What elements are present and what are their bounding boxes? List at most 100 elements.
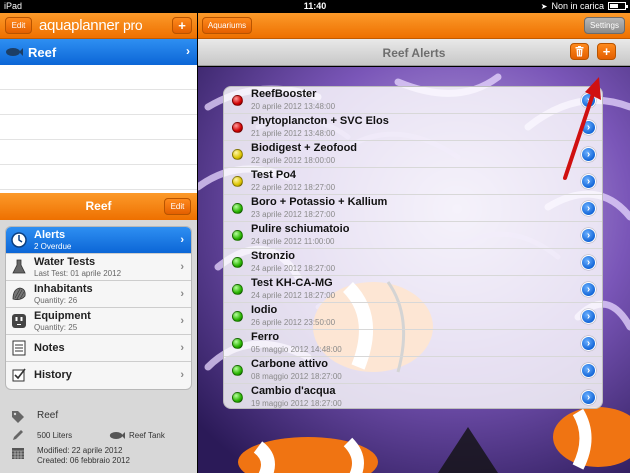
alert-date: 21 aprile 2012 13:48:00 [251,129,336,138]
fish-icon [109,431,125,440]
status-yellow-icon [232,149,243,160]
menu-subtitle: 2 Overdue [34,242,72,251]
alert-row[interactable]: Test Po4 22 aprile 2012 18:27:00 › [224,168,602,195]
checkbox-icon [12,368,26,382]
detail-disclosure-icon[interactable]: › [581,282,596,297]
fish-icon [6,48,23,56]
right-top-bar: Aquariums Settings [198,13,630,39]
alert-title: Iodio [251,304,278,316]
alert-date: 20 aprile 2012 13:48:00 [251,102,336,111]
alert-row[interactable]: Boro + Potassio + Kallium 23 aprile 2012 … [224,195,602,222]
menu-title: Equipment [34,310,91,322]
menu-subtitle: Last Test: 01 aprile 2012 [34,269,122,278]
tank-name: Reef [28,44,57,60]
alert-date: 23 aprile 2012 18:27:00 [251,210,336,219]
alert-row[interactable]: Stronzio 24 aprile 2012 18:27:00 › [224,249,602,276]
detail-disclosure-icon[interactable]: › [581,228,596,243]
status-bar: iPad 11:40 ➤ Non in carica [0,0,630,13]
chevron-right-icon: › [180,288,184,300]
chevron-right-icon: › [180,261,184,273]
right-pane: Aquariums Settings Reef Alerts + ReefBoo… [198,13,630,473]
logo-main: aquaplanner [39,17,120,34]
chevron-right-icon: › [180,369,184,381]
add-alert-button[interactable]: + [597,43,616,60]
tank-modified: Modified: 22 aprile 2012 [37,446,123,455]
alert-row[interactable]: Ferro 05 maggio 2012 14:48:00 › [224,330,602,357]
menu-item-notes[interactable]: Notes › [6,335,191,362]
tag-icon [12,411,24,423]
detail-disclosure-icon[interactable]: › [581,255,596,270]
location-icon: ➤ [540,1,548,11]
status-green-icon [232,257,243,268]
chevron-right-icon: › [180,315,184,327]
pencil-icon [13,430,23,440]
plug-icon [12,314,26,328]
alert-row[interactable]: Pulire schiumatoio 24 aprile 2012 11:00:0… [224,222,602,249]
tank-edit-button[interactable]: Edit [164,198,191,215]
chevron-right-icon: › [180,342,184,354]
detail-disclosure-icon[interactable]: › [581,363,596,378]
alert-title: Test Po4 [251,169,297,181]
flask-icon [12,259,26,274]
alert-title: Biodigest + Zeofood [251,142,358,154]
menu-title: Notes [34,342,65,354]
alert-title: Cambio d'acqua [251,385,336,397]
delete-button[interactable] [570,43,589,60]
status-green-icon [232,203,243,214]
alert-date: 24 aprile 2012 11:00:00 [251,237,335,246]
clock-icon [11,232,27,248]
status-green-icon [232,284,243,295]
trash-icon [575,46,584,57]
detail-disclosure-icon[interactable]: › [581,309,596,324]
alert-row[interactable]: Phytoplancton + SVC Elos 21 aprile 2012 1… [224,114,602,141]
alert-row[interactable]: Test KH-CA-MG 24 aprile 2012 18:27:00 › [224,276,602,303]
menu-subtitle: Quantity: 26 [34,296,78,305]
detail-disclosure-icon[interactable]: › [581,390,596,405]
tank-panel-header: Reef Edit [0,193,197,220]
tank-info: Reef 500 Liters Reef Tank Modified: 22 a… [5,404,192,468]
tank-info-name: Reef [37,410,59,421]
tank-menu-panel: Alerts 2 Overdue › Water Tests Last Test… [0,220,197,473]
status-yellow-icon [232,176,243,187]
alert-date: 22 aprile 2012 18:27:00 [251,183,336,192]
menu-item-water-tests[interactable]: Water Tests Last Test: 01 aprile 2012 › [6,254,191,281]
clock: 11:40 [303,1,327,11]
alert-date: 24 aprile 2012 18:27:00 [251,291,336,300]
edit-button[interactable]: Edit [5,17,32,34]
battery-icon [608,2,628,10]
alert-date: 08 maggio 2012 18:27:00 [251,372,342,381]
alert-row[interactable]: ReefBooster 20 aprile 2012 13:48:00 › [224,87,602,114]
status-green-icon [232,365,243,376]
charging-status: Non in carica [551,1,604,11]
alert-title: Carbone attivo [251,358,329,370]
chevron-right-icon: › [180,234,184,246]
tank-row-reef[interactable]: Reef › [0,39,197,65]
detail-disclosure-icon[interactable]: › [581,201,596,216]
alert-date: 19 maggio 2012 18:27:00 [251,399,342,408]
menu-item-inhabitants[interactable]: Inhabitants Quantity: 26 › [6,281,191,308]
menu-item-alerts[interactable]: Alerts 2 Overdue › [6,227,191,254]
alert-title: Test KH-CA-MG [251,277,333,289]
alert-row[interactable]: Carbone attivo 08 maggio 2012 18:27:00 › [224,357,602,384]
tank-menu: Alerts 2 Overdue › Water Tests Last Test… [5,226,192,390]
status-green-icon [232,338,243,349]
menu-item-history[interactable]: History › [6,362,191,389]
add-tank-button[interactable]: + [172,17,192,34]
alert-title: ReefBooster [251,88,317,100]
menu-title: Inhabitants [34,283,93,295]
menu-title: History [34,369,72,381]
calendar-icon [12,448,24,459]
alert-row[interactable]: Iodio 26 aprile 2012 23:50:00 › [224,303,602,330]
app-logo: aquaplanner pro [39,17,143,34]
detail-disclosure-icon[interactable]: › [581,336,596,351]
annotation-arrow [563,77,601,180]
logo-suffix: pro [122,17,143,33]
alert-row[interactable]: Biodigest + Zeofood 22 aprile 2012 18:00:… [224,141,602,168]
tank-created: Created: 06 febbraio 2012 [37,456,130,465]
status-green-icon [232,392,243,403]
aquariums-button[interactable]: Aquariums [202,17,252,34]
alert-title: Phytoplancton + SVC Elos [251,115,389,127]
settings-button[interactable]: Settings [584,17,625,34]
menu-item-equipment[interactable]: Equipment Quantity: 25 › [6,308,191,335]
alert-row[interactable]: Cambio d'acqua 19 maggio 2012 18:27:00 › [224,384,602,408]
